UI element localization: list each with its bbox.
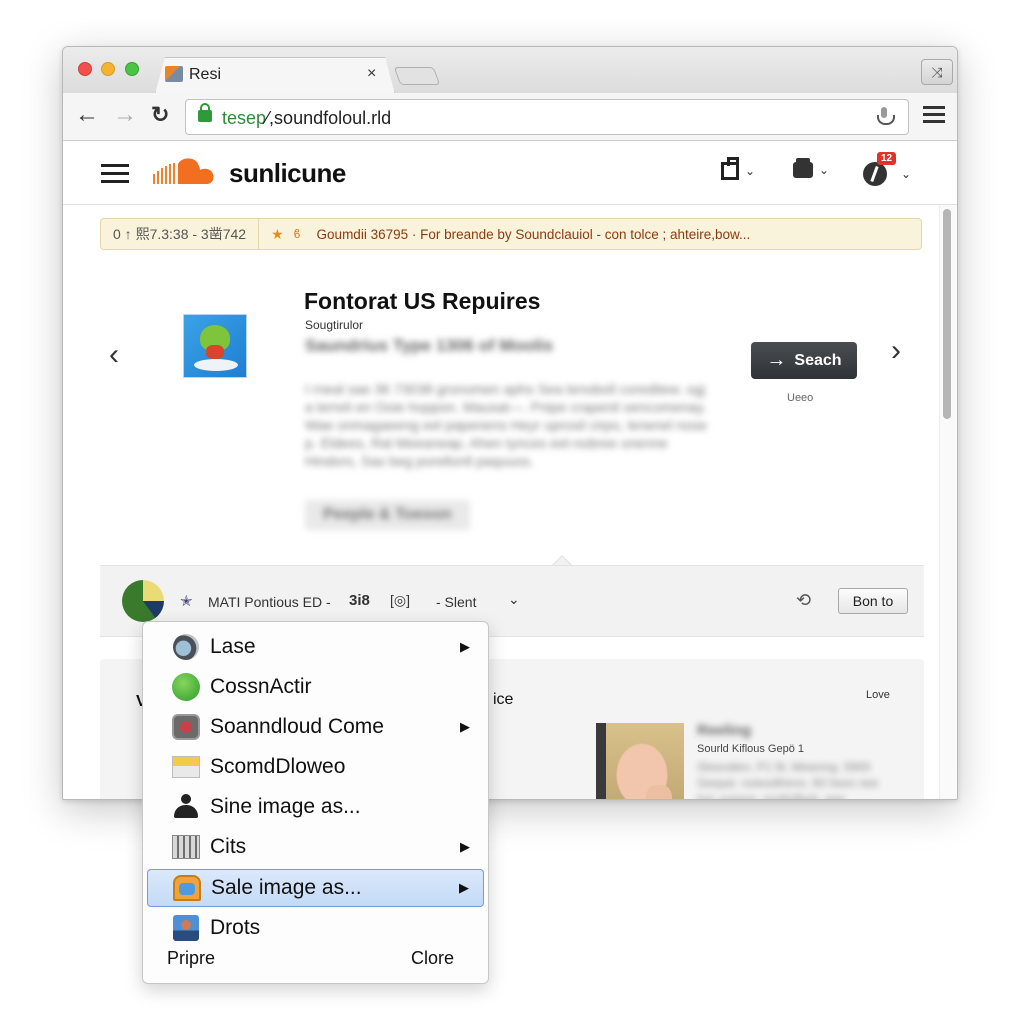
hamburger-menu-icon[interactable] (101, 164, 129, 184)
menu-item-drots[interactable]: Drots (147, 909, 484, 947)
menu-footer-pripre[interactable]: Pripre (167, 948, 215, 969)
track-description: I rneal sae 36 73038 gronomen aphs Sea t… (305, 381, 707, 469)
carousel-next-button[interactable]: › (891, 334, 901, 368)
browser-toolbar: ← → ↻ tesep⁄,soundfoloul.rld (63, 93, 957, 141)
url-host: ⁄,soundfoloul.rld (266, 108, 392, 128)
search-caption: Ueeo (787, 392, 814, 404)
chevron-down-icon: ⌄ (745, 164, 756, 178)
avatar-icon: 12 (863, 152, 897, 186)
search-button[interactable]: → Seach (751, 342, 857, 379)
soundcloud-logo-icon[interactable] (151, 154, 223, 190)
love-link[interactable]: Love (866, 689, 890, 701)
fire-icon: ϐ (293, 227, 301, 241)
player-action-button[interactable]: Bon to (838, 588, 908, 614)
url-text[interactable]: tesep⁄,soundfoloul.rld (222, 108, 391, 129)
carousel-prev-button[interactable]: ‹ (109, 338, 119, 372)
notification-badge: 12 (877, 152, 897, 165)
address-bar[interactable]: tesep⁄,soundfoloul.rld (185, 99, 909, 135)
play-count: 3i8 (349, 592, 370, 609)
inbox-menu[interactable]: ⌄ (793, 158, 830, 178)
context-menu: Lase ▶ CossnActir Soanndloud Come ▶ Scom… (142, 621, 489, 984)
close-window-button[interactable] (78, 62, 92, 76)
recommendation-description: Sleendien. P1 9t. Mewnng. 5900 Seepar. n… (697, 760, 879, 800)
menu-item-label: ScomdDloweo (210, 755, 346, 778)
status-text: - Slent (436, 594, 477, 610)
scrollbar-thumb[interactable] (943, 209, 951, 419)
menu-item-label: Sale image as... (211, 876, 362, 899)
user-icon (171, 793, 201, 821)
submenu-arrow-icon: ▶ (459, 880, 469, 895)
chevron-down-icon: ⌄ (819, 163, 830, 177)
menu-item-label: Soanndloud Come (210, 715, 384, 738)
star-icon: ✭ (180, 593, 193, 610)
track-blurred-line: Saundrius Type 1306 of Moolis (305, 336, 554, 355)
menu-item-label: Drots (210, 916, 261, 939)
submenu-arrow-icon: ▶ (460, 719, 470, 734)
minimize-window-button[interactable] (101, 62, 115, 76)
grid-icon (171, 833, 201, 861)
embed-icon[interactable]: [◎] (390, 592, 410, 609)
submenu-arrow-icon: ▶ (460, 839, 470, 854)
artist-name[interactable]: MATI Pontious ED - (208, 594, 331, 610)
fullscreen-button[interactable]: ⤨ (921, 59, 953, 85)
track-subtitle: Sougtirulor (305, 318, 364, 332)
menu-item-label: Cits (210, 835, 247, 858)
notice-text: Goumdii 36795 · For breande by Soundclau… (316, 226, 751, 242)
site-brand[interactable]: sunlicune (229, 158, 346, 189)
menu-item-cits[interactable]: Cits ▶ (147, 828, 484, 866)
menu-item-label: Lase (210, 635, 256, 658)
submenu-arrow-icon: ▶ (460, 639, 470, 654)
site-header: sunlicune ⌄ ⌄ 12 ⌄ (63, 142, 957, 205)
favicon-icon (165, 66, 183, 82)
recommendation-title[interactable]: Reeling (697, 722, 751, 739)
new-tab-button[interactable] (393, 67, 441, 85)
menu-item-cossnactir[interactable]: CossnActir (147, 668, 484, 706)
url-scheme: tesep (222, 108, 267, 128)
profile-photo[interactable] (596, 723, 684, 799)
profile-menu[interactable]: 12 ⌄ (863, 152, 912, 186)
save-image-icon (172, 874, 202, 902)
green-circle-icon (171, 673, 201, 701)
lens-icon (171, 633, 201, 661)
track-tag-button[interactable]: Peeple & Toeoon (305, 500, 470, 530)
fullscreen-icon: ⤨ (931, 63, 943, 80)
menu-item-label: Sine image as... (210, 795, 361, 818)
back-button[interactable]: ← (75, 103, 99, 127)
reload-button[interactable]: ↻ (151, 103, 169, 127)
section-heading-tail: ice (493, 691, 514, 708)
forward-button[interactable]: → (113, 103, 137, 127)
menu-footer-clore[interactable]: Clore (411, 948, 454, 969)
chevron-down-icon[interactable]: ⌄ (508, 591, 520, 608)
repost-icon[interactable]: ⟲ (796, 590, 811, 611)
lock-icon (198, 103, 212, 122)
photo-icon (171, 914, 201, 942)
arrow-right-icon: → (766, 349, 787, 371)
tab-title[interactable]: Resi (189, 66, 221, 84)
menu-item-sale-image-as[interactable]: Sale image as... ▶ (147, 869, 484, 907)
search-button-label: Seach (794, 351, 842, 369)
chevron-down-icon: ⌄ (901, 167, 912, 181)
track-artwork[interactable] (183, 314, 247, 378)
artist-pie-avatar[interactable] (122, 580, 164, 622)
notice-banner[interactable]: 0 ↑ 熙7.3:38 - 3凿742 ★ ϐ Goumdii 36795 · … (100, 218, 922, 250)
mail-icon (171, 753, 201, 781)
menu-item-sine-image-as[interactable]: Sine image as... (147, 788, 484, 826)
browser-menu-button[interactable] (923, 106, 945, 124)
recommendation-subtitle: Sourld Kiflous Gepö 1 (697, 743, 805, 755)
menu-item-label: CossnActir (210, 675, 312, 698)
camera-icon (171, 713, 201, 741)
track-title[interactable]: Fontorat US Repuires (304, 288, 540, 315)
title-bar: Resi × ⤨ (63, 47, 957, 93)
menu-item-scomddloweo[interactable]: ScomdDloweo (147, 748, 484, 786)
microphone-icon[interactable] (876, 107, 895, 129)
tab-close-icon[interactable]: × (367, 65, 376, 83)
upload-icon (721, 157, 739, 180)
notice-time: 0 ↑ 熙7.3:38 - 3凿742 (101, 219, 260, 249)
menu-item-soundcloud-come[interactable]: Soanndloud Come ▶ (147, 708, 484, 746)
maximize-window-button[interactable] (125, 62, 139, 76)
upload-menu[interactable]: ⌄ (721, 157, 756, 180)
menu-item-lase[interactable]: Lase ▶ (147, 628, 484, 666)
inbox-icon (793, 158, 813, 178)
star-icon: ★ (271, 225, 284, 242)
